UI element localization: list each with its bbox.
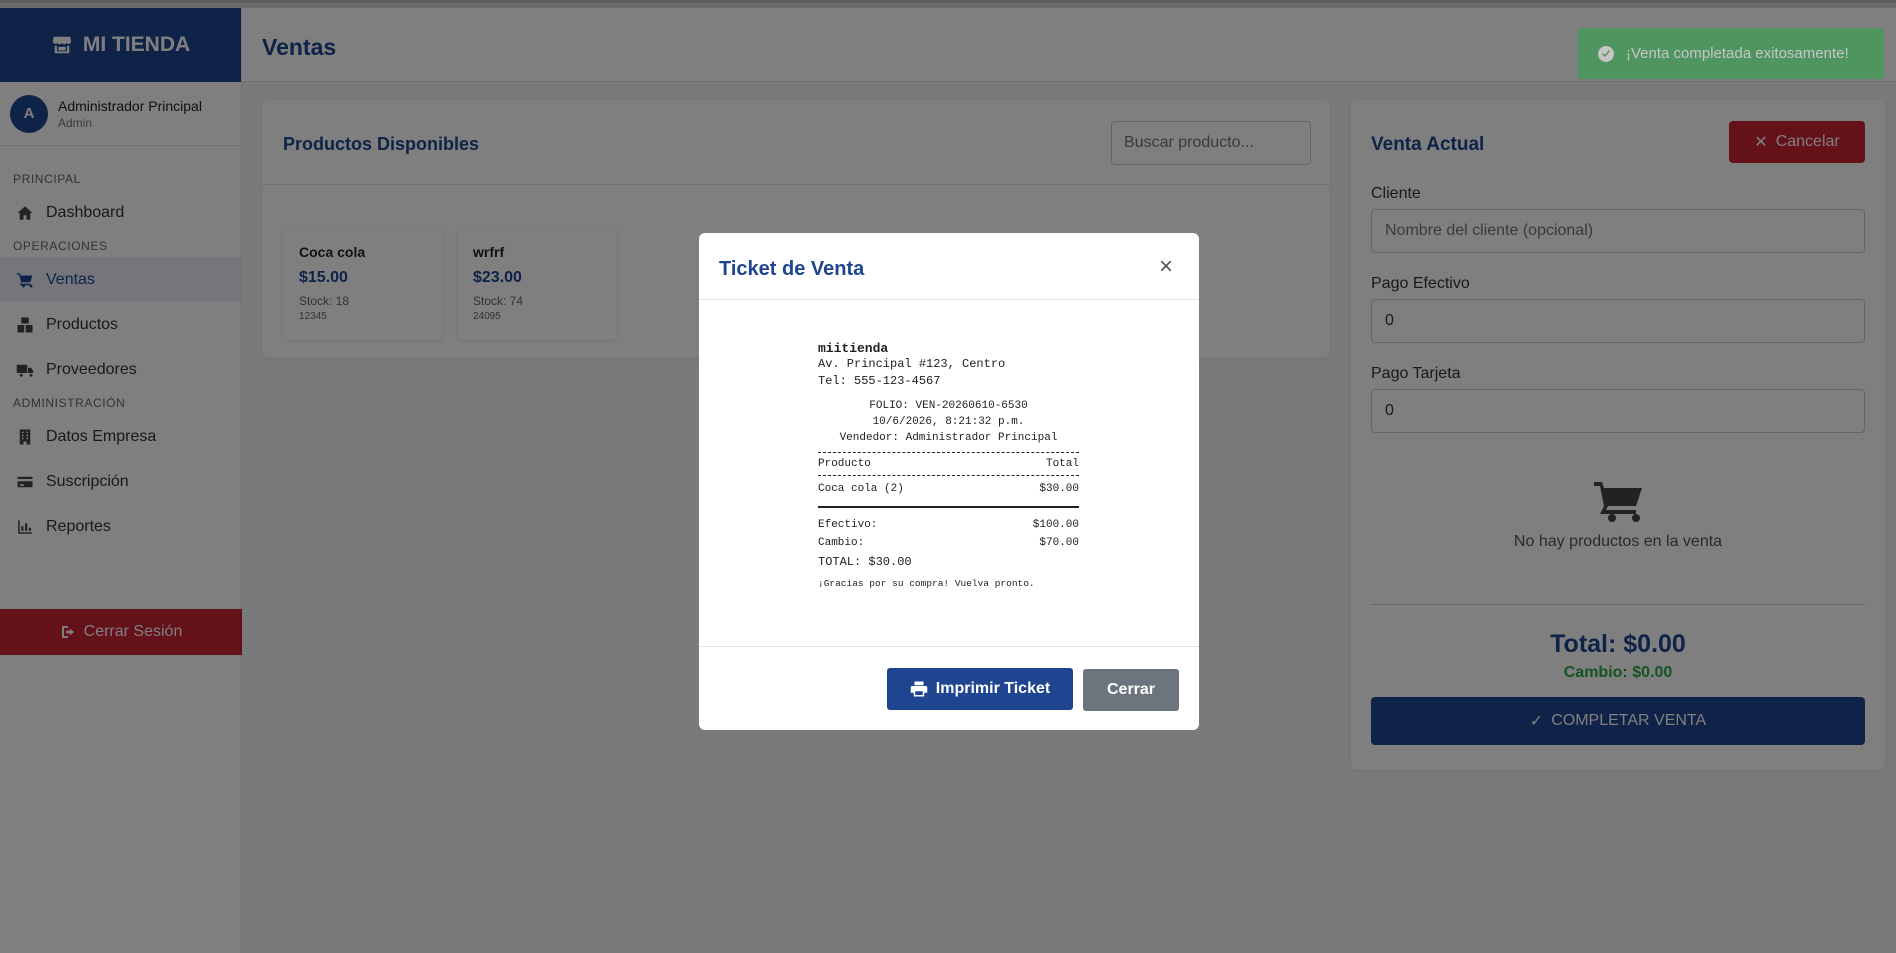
check-circle-icon xyxy=(1598,45,1614,62)
print-label: Imprimir Ticket xyxy=(935,680,1051,697)
receipt-total: TOTAL: $30.00 xyxy=(818,555,912,569)
receipt-item-name: Coca cola (2) xyxy=(818,483,904,495)
printer-icon xyxy=(910,681,928,697)
toast-message: ¡Venta completada exitosamente! xyxy=(1626,45,1849,62)
receipt-change-value: $70.00 xyxy=(1039,537,1079,549)
close-modal-button[interactable]: Cerrar xyxy=(1083,669,1179,711)
divider xyxy=(699,646,1199,647)
receipt: miitienda Av. Principal #123, Centro Tel… xyxy=(818,341,1079,589)
success-toast[interactable]: ¡Venta completada exitosamente! xyxy=(1578,28,1884,79)
receipt-seller: Vendedor: Administrador Principal xyxy=(839,432,1058,444)
receipt-col-product: Producto xyxy=(818,458,871,470)
receipt-phone: Tel: 555-123-4567 xyxy=(818,374,941,388)
receipt-thanks: ¡Gracias por su compra! Vuelva pronto. xyxy=(818,578,1035,589)
receipt-line-item: Coca cola (2) $30.00 xyxy=(818,480,1079,498)
receipt-item-total: $30.00 xyxy=(1039,483,1079,495)
close-icon[interactable]: × xyxy=(1159,253,1173,281)
receipt-cash-value: $100.00 xyxy=(1032,519,1079,531)
receipt-cash-label: Efectivo: xyxy=(818,519,878,531)
receipt-change-label: Cambio: xyxy=(818,537,865,549)
receipt-col-total: Total xyxy=(1045,458,1079,470)
print-ticket-button[interactable]: Imprimir Ticket xyxy=(887,668,1073,710)
modal-title: Ticket de Venta xyxy=(719,258,865,280)
receipt-business-name: miitienda xyxy=(818,341,889,356)
receipt-datetime: 10/6/2026, 8:21:32 p.m. xyxy=(872,416,1025,428)
divider xyxy=(699,299,1199,300)
receipt-folio: FOLIO: VEN-20260610-6530 xyxy=(869,400,1028,412)
ticket-modal: Ticket de Venta × miitienda Av. Principa… xyxy=(699,233,1199,730)
receipt-address: Av. Principal #123, Centro xyxy=(818,357,1006,371)
